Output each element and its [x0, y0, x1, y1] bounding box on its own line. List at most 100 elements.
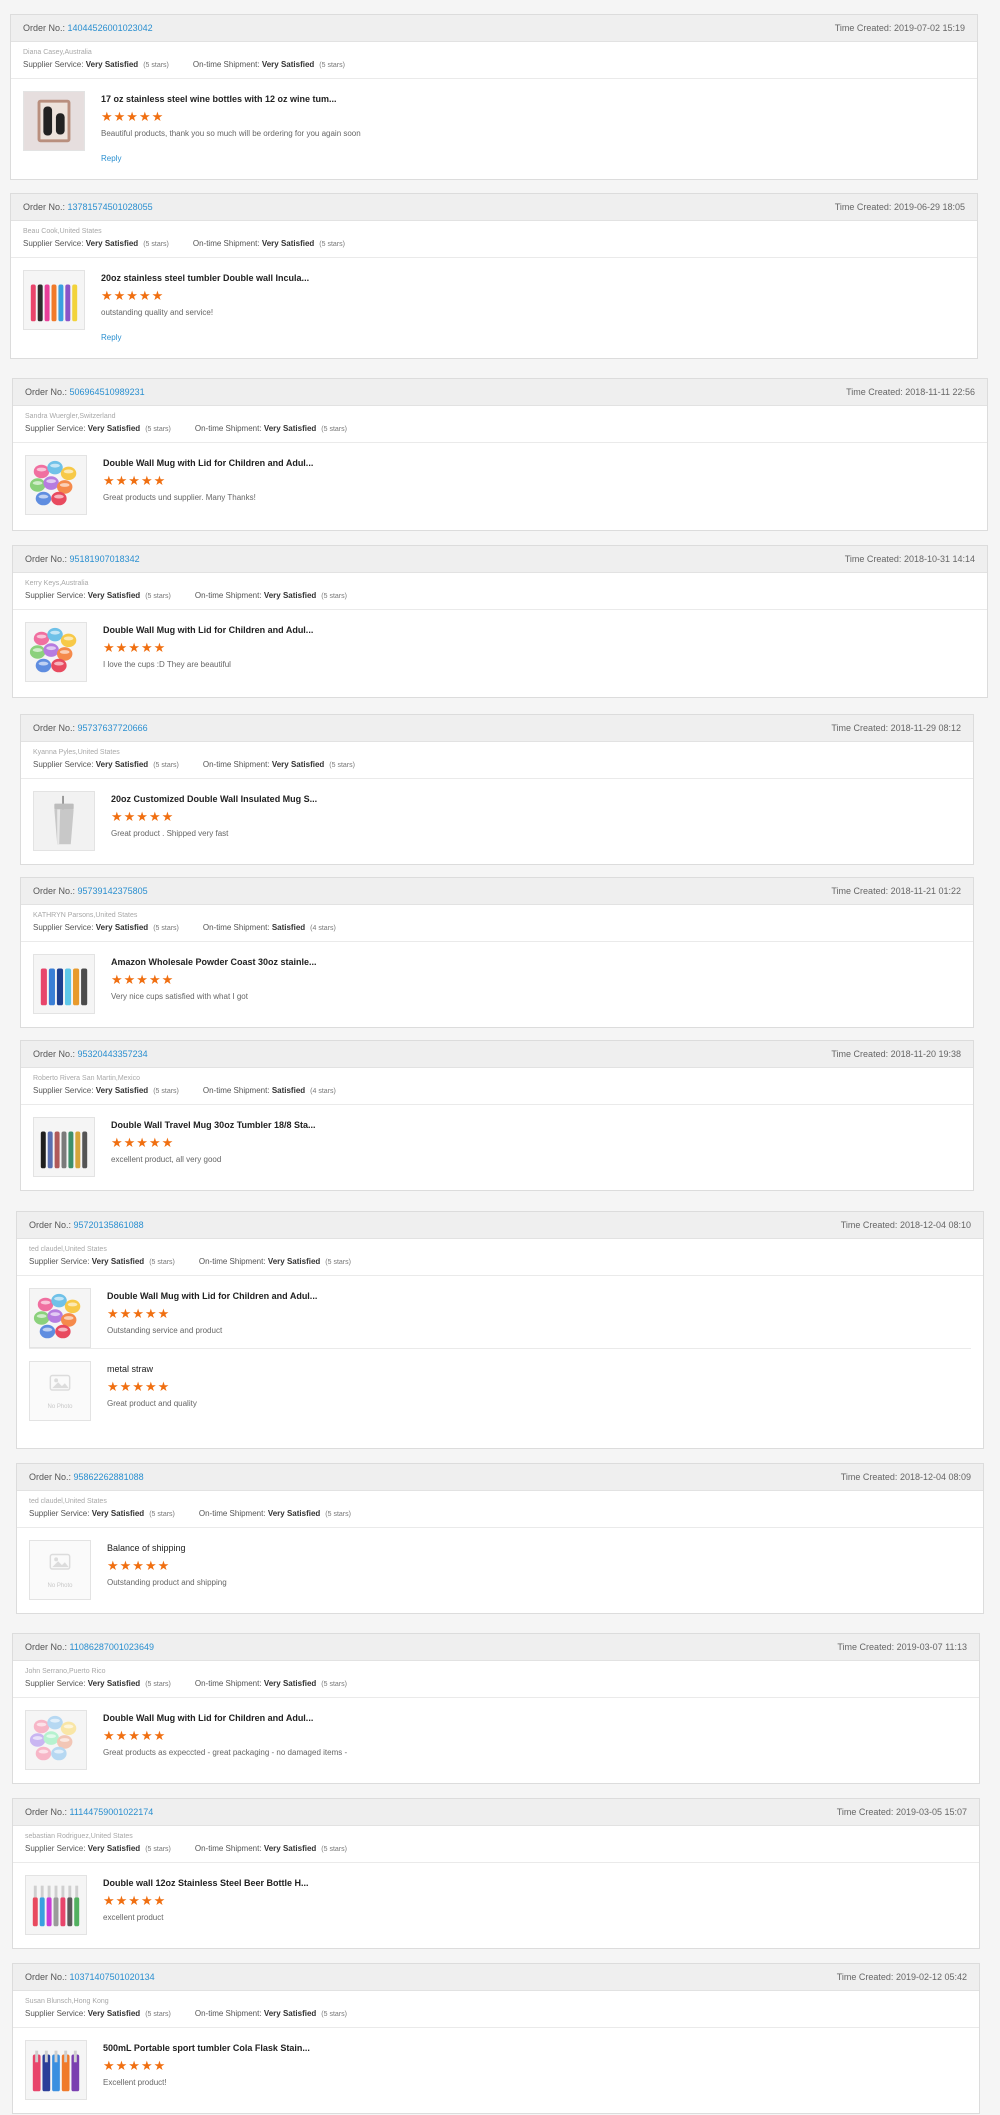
shipment-rating: On-time Shipment: Very Satisfied (5 stars…	[203, 758, 355, 773]
reply-link[interactable]: Reply	[101, 154, 121, 163]
order-number-link[interactable]: 103714075010201​34	[70, 1972, 155, 1982]
product-image[interactable]	[25, 622, 87, 682]
star-rating: ★★★★★	[103, 640, 167, 655]
product-title[interactable]: 500mL Portable sport tumbler Cola Flask …	[103, 2042, 310, 2054]
product-image[interactable]	[23, 270, 85, 330]
product-image[interactable]	[29, 1288, 91, 1348]
review-item: Double Wall Travel Mug 30oz Tumbler 18/8…	[21, 1105, 973, 1177]
reply-link[interactable]: Reply	[101, 333, 121, 342]
review-card: Order No.: 140445260010230​42 Time Create…	[10, 14, 978, 180]
product-title[interactable]: Double Wall Mug with Lid for Children an…	[107, 1290, 317, 1302]
review-card: Order No.: 957201358610​88 Time Created: …	[16, 1211, 984, 1449]
buyer-info: Kyanna Pyles,United States Supplier Servi…	[21, 742, 973, 779]
order-number-block: Order No.: 111447590010221​74	[25, 1807, 153, 1817]
review-item: 17 oz stainless steel wine bottles with …	[11, 79, 977, 166]
supplier-service-value: Very Satisfied	[95, 1086, 149, 1095]
product-title[interactable]: 17 oz stainless steel wine bottles with …	[101, 93, 361, 105]
review-comment: excellent product, all very good	[111, 1155, 222, 1164]
shipment-stars-count: (5 stars)	[321, 1681, 347, 1688]
order-number-link[interactable]: 111447590010221​74	[70, 1807, 154, 1817]
shipment-rating: On-time Shipment: Very Satisfied (5 stars…	[193, 237, 345, 252]
supplier-service-rating: Supplier Service: Very Satisfied (5 stars…	[23, 58, 169, 73]
supplier-service-label: Supplier Service:	[25, 2009, 86, 2018]
star-rating: ★★★★★	[103, 1728, 167, 1743]
product-image[interactable]	[25, 455, 87, 515]
product-title[interactable]: Double Wall Mug with Lid for Children an…	[103, 457, 313, 469]
star-rating: ★★★★★	[101, 288, 165, 303]
order-number-block: Order No.: 957391423758​05	[33, 886, 148, 896]
star-rating: ★★★★★	[107, 1306, 171, 1321]
order-number-link[interactable]: 110862870010236​49	[70, 1642, 154, 1652]
product-image[interactable]	[25, 1875, 87, 1935]
order-no-label: Order No.:	[25, 387, 68, 397]
time-created-value: 2019-06-29 18:05	[893, 202, 965, 212]
supplier-service-rating: Supplier Service: Very Satisfied (5 stars…	[25, 2007, 171, 2022]
product-title[interactable]: Amazon Wholesale Powder Coast 30oz stain…	[111, 956, 317, 968]
order-header: Order No.: 957391423758​05 Time Created: …	[21, 878, 973, 905]
shipment-value: Very Satisfied	[261, 239, 315, 248]
product-title[interactable]: Double Wall Travel Mug 30oz Tumbler 18/8…	[111, 1119, 316, 1131]
no-photo-label: No Photo	[47, 1404, 73, 1410]
shipment-rating: On-time Shipment: Very Satisfied (5 stars…	[195, 1677, 347, 1692]
order-number-link[interactable]: 957201358610​88	[74, 1220, 144, 1230]
product-image[interactable]	[33, 1117, 95, 1177]
order-number-link[interactable]: 957391423758​05	[78, 886, 148, 896]
review-body: Balance of shipping ★★★★★ Outstanding prod…	[107, 1540, 227, 1589]
order-header: Order No.: 103714075010201​34 Time Create…	[13, 1964, 979, 1991]
supplier-service-value: Very Satisfied	[87, 1844, 141, 1853]
order-number-block: Order No.: 137815745010280​55	[23, 202, 153, 212]
ratings-row: Supplier Service: Very Satisfied (5 stars…	[25, 2007, 967, 2022]
order-number-link[interactable]: 957376377206​66	[78, 723, 148, 733]
order-number-link[interactable]: 953204433572​34	[78, 1049, 148, 1059]
shipment-label: On-time Shipment:	[202, 923, 270, 932]
product-image[interactable]	[33, 954, 95, 1014]
buyer-name: ted claudel,United States	[29, 1498, 107, 1505]
order-header: Order No.: 951819070183​42 Time Created: …	[13, 546, 987, 573]
shipment-label: On-time Shipment:	[194, 2009, 262, 2018]
shipment-label: On-time Shipment:	[202, 1086, 270, 1095]
order-number-link[interactable]: 951819070183​42	[70, 554, 140, 564]
shipment-stars-count: (4 stars)	[310, 925, 336, 932]
order-number-link[interactable]: 137815745010280​55	[68, 202, 153, 212]
product-title[interactable]: Balance of shipping	[107, 1542, 227, 1554]
product-title[interactable]: Double wall 12oz Stainless Steel Beer Bo…	[103, 1877, 309, 1889]
product-image[interactable]: No Photo	[29, 1540, 91, 1600]
supplier-service-rating: Supplier Service: Very Satisfied (5 stars…	[33, 758, 179, 773]
order-number-link[interactable]: 5069645109892​31	[70, 387, 145, 397]
review-item: Double Wall Mug with Lid for Children an…	[13, 443, 987, 515]
product-image[interactable]	[25, 1710, 87, 1770]
supplier-service-rating: Supplier Service: Very Satisfied (5 stars…	[25, 589, 171, 604]
shipment-stars-count: (5 stars)	[319, 62, 345, 69]
star-rating: ★★★★★	[107, 1558, 171, 1573]
product-title[interactable]: metal straw	[107, 1363, 197, 1375]
shipment-rating: On-time Shipment: Very Satisfied (5 stars…	[195, 422, 347, 437]
product-image[interactable]: No Photo	[29, 1361, 91, 1421]
buyer-name: ted claudel,United States	[29, 1246, 107, 1253]
buyer-info: Beau Cook,United States Supplier Service:…	[11, 221, 977, 258]
order-no-label: Order No.:	[25, 1972, 68, 1982]
order-no-label: Order No.:	[25, 1642, 68, 1652]
product-image[interactable]	[33, 791, 95, 851]
time-created-label: Time Created:	[831, 1049, 889, 1059]
product-title[interactable]: Double Wall Mug with Lid for Children an…	[103, 1712, 347, 1724]
order-number-link[interactable]: 140445260010230​42	[68, 23, 153, 33]
time-created-label: Time Created:	[837, 1642, 895, 1652]
supplier-stars-count: (5 stars)	[149, 1259, 175, 1266]
buyer-name: Kerry Keys,Australia	[25, 580, 89, 587]
time-created-label: Time Created:	[836, 1972, 894, 1982]
product-image[interactable]	[25, 2040, 87, 2100]
order-header: Order No.: 140445260010230​42 Time Create…	[11, 15, 977, 42]
buyer-name: Roberto Rivera San Martin,Mexico	[33, 1075, 140, 1082]
supplier-service-value: Very Satisfied	[87, 2009, 141, 2018]
review-card: Order No.: 110862870010236​49 Time Create…	[12, 1633, 980, 1784]
review-card: Order No.: 951819070183​42 Time Created: …	[12, 545, 988, 698]
product-title[interactable]: Double Wall Mug with Lid for Children an…	[103, 624, 313, 636]
order-no-label: Order No.:	[33, 1049, 76, 1059]
product-image[interactable]	[23, 91, 85, 151]
shipment-value: Very Satisfied	[271, 760, 325, 769]
order-number-link[interactable]: 958622628810​88	[74, 1472, 144, 1482]
review-item: Amazon Wholesale Powder Coast 30oz stain…	[21, 942, 973, 1014]
product-title[interactable]: 20oz stainless steel tumbler Double wall…	[101, 272, 309, 284]
product-title[interactable]: 20oz Customized Double Wall Insulated Mu…	[111, 793, 317, 805]
review-comment: Beautiful products, thank you so much wi…	[101, 129, 361, 138]
